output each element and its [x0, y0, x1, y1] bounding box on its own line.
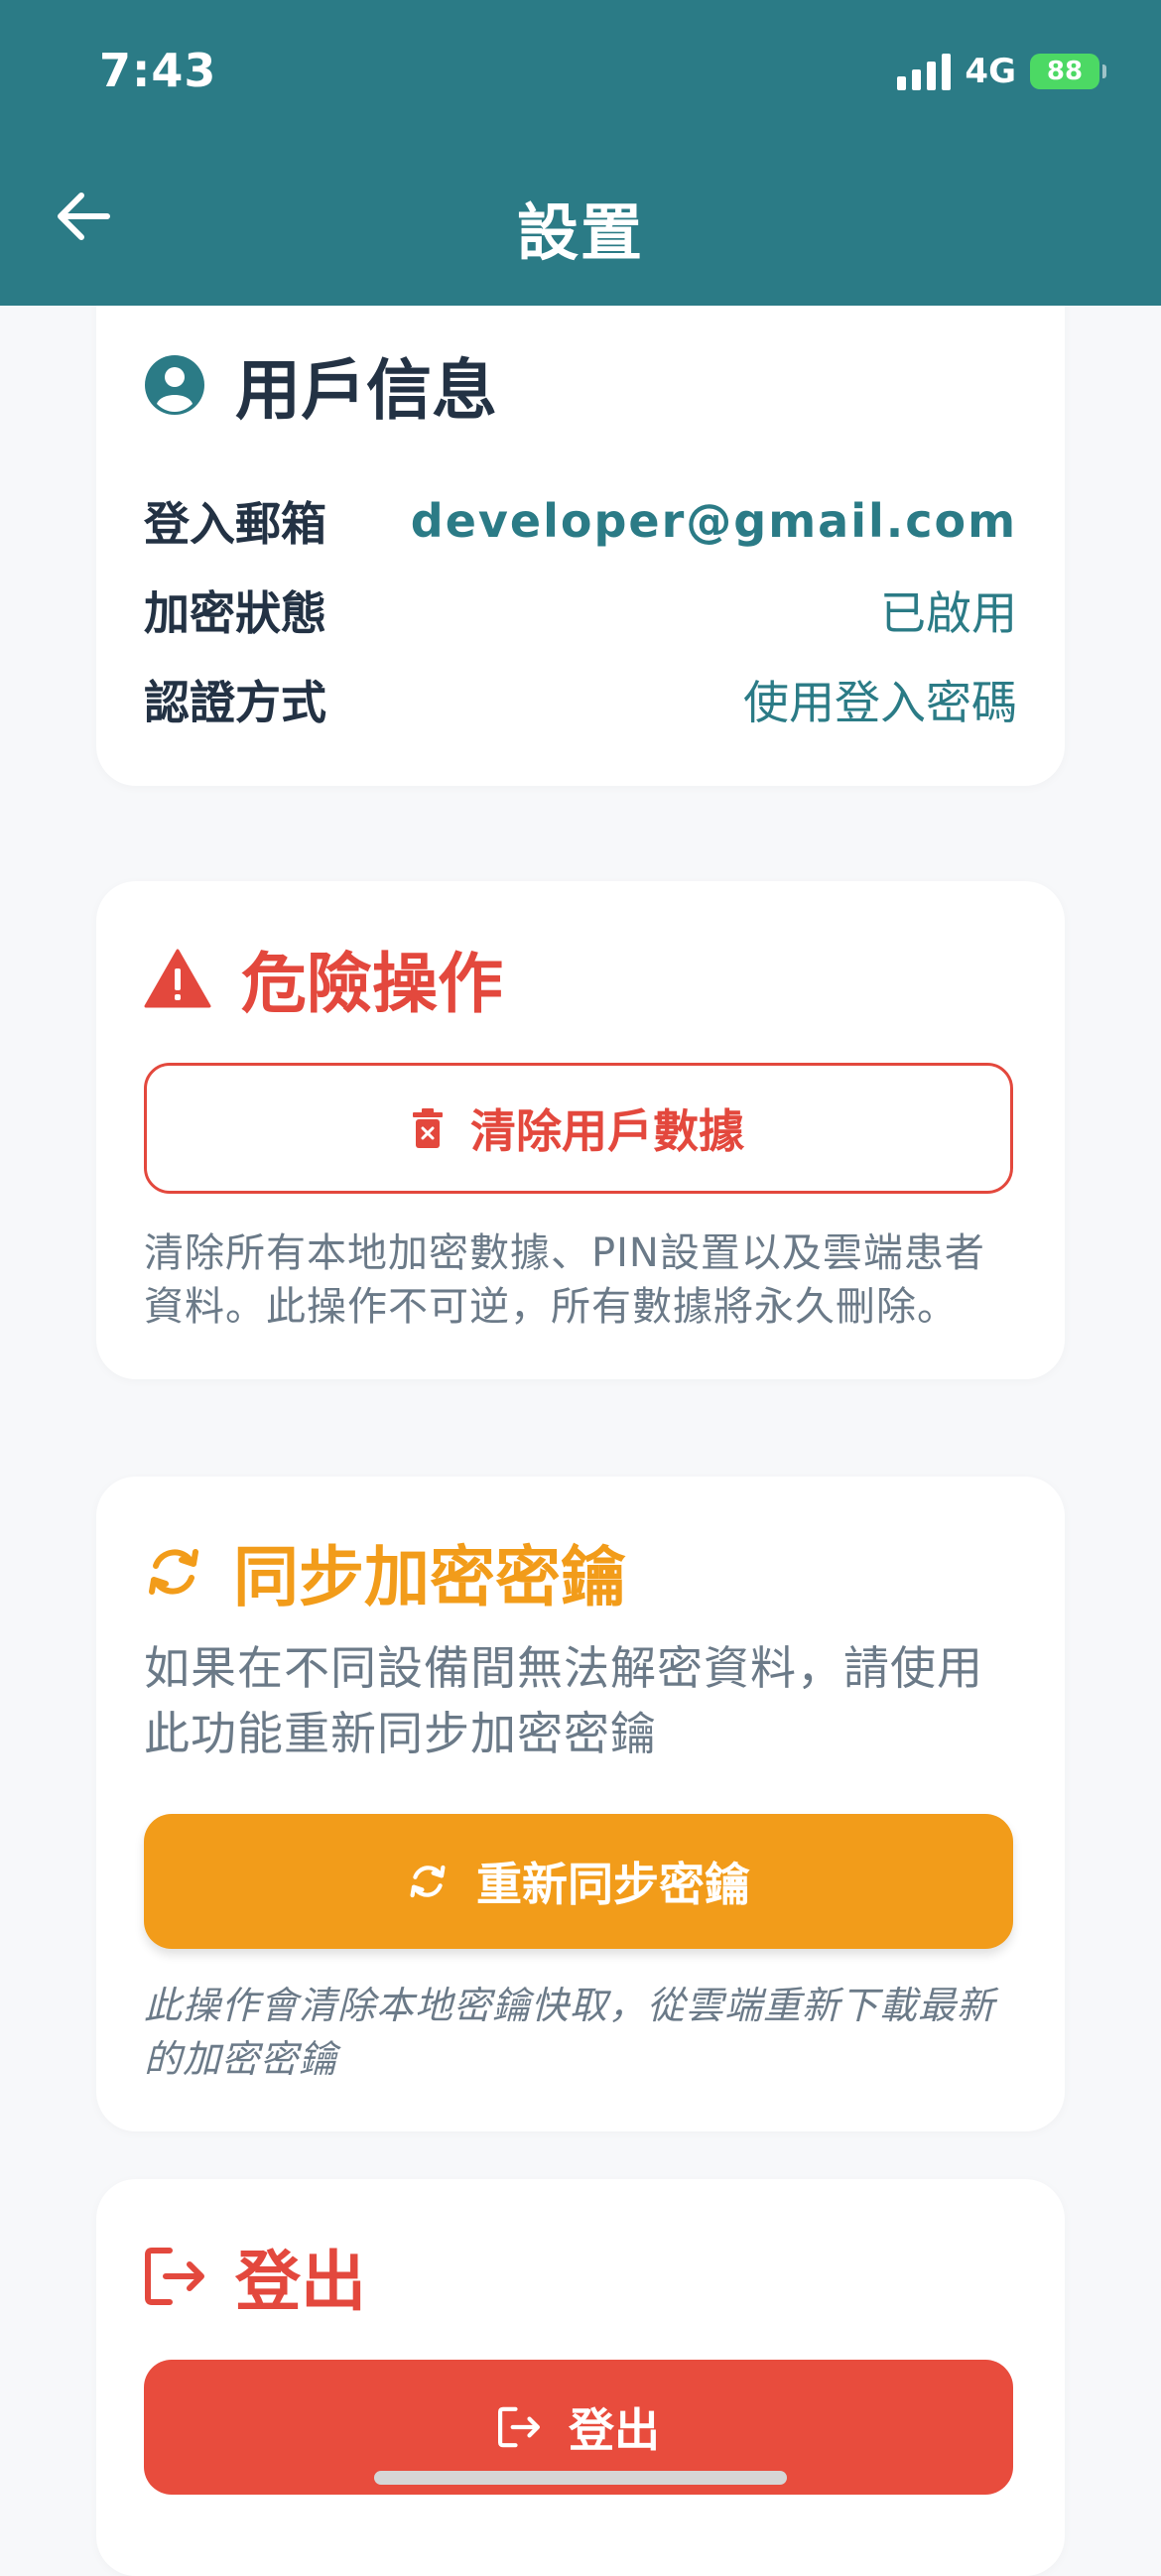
logout-card: 登出 登出	[96, 2179, 1065, 2576]
sync-icon	[410, 1865, 446, 1898]
info-row-email: 登入郵箱 developer@gmail.com	[144, 488, 1017, 554]
trash-icon	[413, 1108, 443, 1148]
auth-value: 使用登入密碼	[743, 676, 1017, 729]
home-indicator	[374, 2471, 787, 2485]
warning-icon	[144, 949, 211, 1008]
resync-button-label: 重新同步密鑰	[476, 1858, 750, 1911]
page-title: 設置	[516, 196, 644, 269]
info-row-auth: 認證方式 使用登入密碼	[144, 667, 1017, 732]
clear-user-data-button[interactable]: 清除用戶數據	[144, 1063, 1013, 1194]
logout-heading: 登出	[144, 2229, 366, 2324]
info-label: 認證方式	[144, 676, 326, 729]
sync-heading: 同步加密密鑰	[144, 1524, 626, 1619]
user-info-title: 用戶信息	[235, 352, 497, 429]
battery-level: 88	[1046, 57, 1084, 86]
logout-title: 登出	[235, 2244, 366, 2320]
info-label: 加密狀態	[144, 586, 326, 640]
sync-note: 此操作會清除本地密鑰快取，從雲端重新下載最新的加密密鑰	[144, 1984, 996, 2081]
info-row-encryption: 加密狀態 已啟用	[144, 578, 1017, 643]
clear-button-label: 清除用戶數據	[470, 1104, 744, 1158]
sync-title: 同步加密密鑰	[233, 1539, 626, 1615]
user-info-heading: 用戶信息	[144, 337, 497, 433]
danger-card: 危險操作 清除用戶數據 清除所有本地加密數據、PIN設置以及雲端患者資料。此操作…	[96, 881, 1065, 1379]
logout-icon	[145, 2248, 204, 2305]
status-icons: 4G 88	[897, 52, 1106, 91]
resync-keys-button[interactable]: 重新同步密鑰	[144, 1814, 1013, 1949]
network-label: 4G	[965, 52, 1016, 91]
user-circle-icon	[145, 355, 204, 415]
info-label: 登入郵箱	[144, 497, 326, 551]
danger-title: 危險操作	[241, 946, 503, 1022]
sync-card: 同步加密密鑰 如果在不同設備間無法解密資料，請使用此功能重新同步加密密鑰 重新同…	[96, 1477, 1065, 2131]
signal-icon	[897, 53, 952, 90]
user-info-card: 用戶信息 登入郵箱 developer@gmail.com 加密狀態 已啟用 認…	[96, 258, 1065, 786]
logout-button-label: 登出	[569, 2403, 660, 2457]
email-value: developer@gmail.com	[410, 494, 1017, 548]
danger-description: 清除所有本地加密數據、PIN設置以及雲端患者資料。此操作不可逆，所有數據將永久刪…	[144, 1230, 985, 1330]
battery-icon: 88	[1030, 54, 1106, 89]
sync-icon	[149, 1549, 198, 1595]
app-header: 7:43 4G 88 設置	[0, 0, 1161, 306]
sync-description: 如果在不同設備間無法解密資料，請使用此功能重新同步加密密鑰	[144, 1641, 983, 1760]
danger-heading: 危險操作	[144, 931, 503, 1026]
logout-icon	[498, 2406, 540, 2448]
status-time: 7:43	[99, 44, 217, 97]
encryption-value: 已啟用	[880, 586, 1017, 640]
